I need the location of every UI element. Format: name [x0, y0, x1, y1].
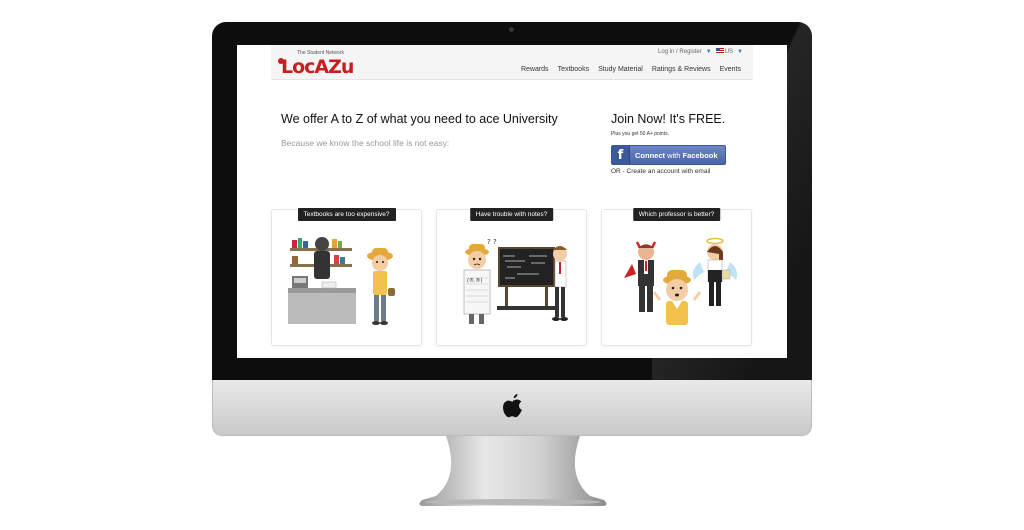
logo-wordmark: LocAZu [278, 56, 354, 78]
site-header: The Student Network LocAZu Log in / Regi… [271, 45, 753, 80]
confused-student-chalkboard-illustration: ? ? (®,®) [463, 238, 568, 324]
facebook-icon: f [612, 146, 630, 164]
svg-text:? ?: ? ? [487, 238, 497, 246]
hero-subline: Because we know the school life is not e… [281, 138, 450, 148]
join-title: Join Now! It's FREE. [611, 112, 726, 126]
facebook-button-prefix: Connect [635, 150, 665, 160]
login-register-link[interactable]: Log in / Register [658, 49, 702, 55]
devil-angel-professors-illustration [624, 237, 738, 325]
site-logo[interactable]: The Student Network LocAZu [278, 50, 361, 78]
nav-item-textbooks[interactable]: Textbooks [558, 66, 590, 73]
camera-dot [509, 27, 514, 32]
card-label: Textbooks are too expensive? [297, 208, 396, 221]
card-label: Have trouble with notes? [469, 208, 554, 221]
feature-card-notes[interactable]: Have trouble with notes? ? ? (®,®) [436, 208, 587, 346]
create-account-email-link[interactable]: OR - Create an account with email [611, 168, 710, 175]
monitor-chin [212, 380, 812, 436]
nav-item-ratings-reviews[interactable]: Ratings & Reviews [652, 66, 711, 73]
bookstore-cashier-illustration [288, 237, 395, 325]
website-screen: The Student Network LocAZu Log in / Regi… [237, 45, 787, 358]
logo-pin-icon [278, 58, 284, 64]
apple-logo-icon [503, 394, 522, 418]
locale-selector[interactable]: US [715, 48, 734, 55]
feature-card-textbooks[interactable]: Textbooks are too expensive? [271, 208, 422, 346]
logo-text: LocAZu [281, 56, 354, 78]
us-flag-icon [715, 48, 724, 53]
facebook-button-brand: Facebook [682, 150, 718, 160]
nav-item-rewards[interactable]: Rewards [521, 66, 549, 73]
top-links: Log in / Register ▼ US ▼ [658, 48, 743, 55]
facebook-button-label: Connect with Facebook [630, 151, 718, 160]
hero-headline: We offer A to Z of what you need to ace … [281, 112, 558, 126]
nav-item-study-material[interactable]: Study Material [598, 66, 643, 73]
chevron-down-icon[interactable]: ▼ [737, 49, 743, 55]
locale-label: US [724, 49, 734, 55]
join-subtitle: Plus you get 50 A+ points. [611, 131, 669, 137]
svg-text:(®,®): (®,®) [467, 277, 483, 284]
card-label: Which professor is better? [632, 208, 721, 221]
feature-card-professor[interactable]: Which professor is better? [601, 208, 752, 346]
main-nav: Rewards Textbooks Study Material Ratings… [521, 66, 741, 73]
chevron-down-icon[interactable]: ▼ [706, 49, 712, 55]
nav-item-events[interactable]: Events [720, 66, 741, 73]
facebook-connect-button[interactable]: f Connect with Facebook [611, 145, 726, 165]
monitor-stand [419, 436, 607, 506]
facebook-button-middle: with [665, 150, 683, 160]
